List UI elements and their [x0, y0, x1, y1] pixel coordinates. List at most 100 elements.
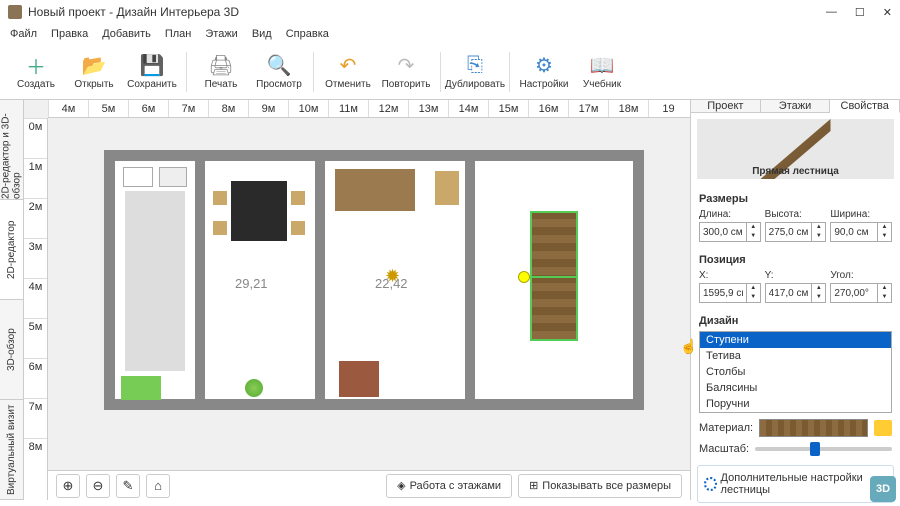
Просмотр-icon: 🔍: [267, 53, 291, 77]
menu-Справка[interactable]: Справка: [286, 28, 329, 40]
toolbar-Дублировать[interactable]: ⎘Дублировать: [447, 47, 503, 97]
Создать-icon: ＋: [24, 53, 48, 77]
scale-label: Масштаб:: [699, 443, 749, 455]
stove[interactable]: [159, 167, 187, 187]
ruler-horizontal: 4м5м6м7м8м9м10м11м12м13м14м15м16м17м18м1…: [48, 100, 690, 118]
chair[interactable]: [213, 221, 227, 235]
edit-button[interactable]: ✎: [116, 474, 140, 498]
material-label: Материал:: [699, 422, 753, 434]
design-listbox[interactable]: СтупениТетиваСтолбыБалясиныПоручни: [699, 331, 892, 413]
angle-label: Угол:: [830, 270, 892, 281]
ruler-vertical: 0м1м2м3м4м5м6м7м8м: [24, 118, 48, 500]
toolbar-Создать[interactable]: ＋Создать: [8, 47, 64, 97]
Отменить-icon: ↶: [336, 53, 360, 77]
menu-Добавить[interactable]: Добавить: [102, 28, 151, 40]
menu-Файл[interactable]: Файл: [10, 28, 37, 40]
toolbar-Просмотр[interactable]: 🔍Просмотр: [251, 47, 307, 97]
preview-caption: Прямая лестница: [752, 166, 839, 177]
design-item-Столбы[interactable]: Столбы: [700, 364, 891, 380]
toolbar-Сохранить[interactable]: 💾Сохранить: [124, 47, 180, 97]
left-tab-3[interactable]: Виртуальный визит: [0, 400, 23, 500]
room-3[interactable]: 22,42 ✹: [320, 156, 470, 404]
x-input[interactable]: ▲▼: [699, 283, 761, 303]
chair[interactable]: [213, 191, 227, 205]
zoom-out-button[interactable]: ⊖: [86, 474, 110, 498]
length-input[interactable]: ▲▼: [699, 222, 761, 242]
sofa-green[interactable]: [121, 376, 161, 400]
app-icon: [8, 5, 22, 19]
toolbar-Открыть[interactable]: 📂Открыть: [66, 47, 122, 97]
left-tab-2[interactable]: 3D-обзор: [0, 300, 23, 400]
area-label: 29,21: [235, 276, 268, 291]
selection-line: [528, 276, 578, 278]
panel-tab-Этажи[interactable]: Этажи: [761, 100, 831, 112]
floor-plan[interactable]: 29,21 22,42 ✹ 20,65: [104, 150, 644, 410]
selection-handle[interactable]: [518, 271, 530, 283]
light-icon[interactable]: ✹: [385, 266, 405, 286]
panel-tab-Проект[interactable]: Проект: [691, 100, 761, 112]
y-label: Y:: [765, 270, 827, 281]
floors-button[interactable]: ◈Работа с этажами: [386, 474, 512, 498]
minimize-button[interactable]: —: [826, 6, 837, 19]
chair[interactable]: [291, 221, 305, 235]
toolbar-Отменить[interactable]: ↶Отменить: [320, 47, 376, 97]
show-dims-button[interactable]: ⊞Показывать все размеры: [518, 474, 682, 498]
home-button[interactable]: ⌂: [146, 474, 170, 498]
left-tab-0[interactable]: 2D-редактор и 3D-обзор: [0, 100, 23, 200]
room-1[interactable]: [110, 156, 200, 404]
Повторить-icon: ↷: [394, 53, 418, 77]
panel-tab-Свойства[interactable]: Свойства: [830, 100, 900, 113]
left-tab-1[interactable]: 2D-редактор: [0, 200, 23, 300]
position-heading: Позиция: [699, 254, 892, 266]
toolbar: ＋Создать📂Открыть💾Сохранить 🖨Печать🔍Просмо…: [0, 44, 900, 100]
chair[interactable]: [291, 191, 305, 205]
toolbar-Повторить[interactable]: ↷Повторить: [378, 47, 434, 97]
height-input[interactable]: ▲▼: [765, 222, 827, 242]
advanced-settings-button[interactable]: Дополнительные настройки лестницы: [697, 465, 894, 503]
design-item-Балясины[interactable]: Балясины: [700, 380, 891, 396]
window-title: Новый проект - Дизайн Интерьера 3D: [28, 5, 826, 19]
menu-План[interactable]: План: [165, 28, 192, 40]
menu-Правка[interactable]: Правка: [51, 28, 88, 40]
maximize-button[interactable]: ☐: [855, 6, 865, 19]
Сохранить-icon: 💾: [140, 53, 164, 77]
menu-Этажи[interactable]: Этажи: [205, 28, 237, 40]
browse-material-button[interactable]: [874, 420, 892, 436]
appliance[interactable]: [123, 167, 153, 187]
dimensions-heading: Размеры: [699, 193, 892, 205]
toolbar-Настройки[interactable]: ⚙Настройки: [516, 47, 572, 97]
width-label: Ширина:: [830, 209, 892, 220]
canvas[interactable]: 4м5м6м7м8м9м10м11м12м13м14м15м16м17м18м1…: [24, 100, 690, 500]
menu-Вид[interactable]: Вид: [252, 28, 272, 40]
counter[interactable]: [125, 191, 185, 371]
design-item-Ступени[interactable]: Ступени: [700, 332, 891, 348]
Настройки-icon: ⚙: [532, 53, 556, 77]
3d-badge: 3D: [870, 476, 896, 502]
design-item-Поручни[interactable]: Поручни: [700, 396, 891, 412]
Открыть-icon: 📂: [82, 53, 106, 77]
material-swatch[interactable]: [759, 419, 868, 437]
toolbar-Учебник[interactable]: 📖Учебник: [574, 47, 630, 97]
height-label: Высота:: [765, 209, 827, 220]
zoom-in-button[interactable]: ⊕: [56, 474, 80, 498]
room-2[interactable]: 29,21: [200, 156, 320, 404]
width-input[interactable]: ▲▼: [830, 222, 892, 242]
design-item-Тетива[interactable]: Тетива: [700, 348, 891, 364]
angle-input[interactable]: ▲▼: [830, 283, 892, 303]
layers-icon: ◈: [397, 479, 405, 492]
panel-tabs: ПроектЭтажиСвойства: [691, 100, 900, 113]
title-bar: Новый проект - Дизайн Интерьера 3D — ☐ ✕: [0, 0, 900, 24]
cabinet[interactable]: [339, 361, 379, 397]
y-input[interactable]: ▲▼: [765, 283, 827, 303]
preview-box: Прямая лестница: [697, 119, 894, 179]
Печать-icon: 🖨: [209, 53, 233, 77]
close-button[interactable]: ✕: [883, 6, 892, 19]
toolbar-Печать[interactable]: 🖨Печать: [193, 47, 249, 97]
left-tabs: 2D-редактор и 3D-обзор2D-редактор3D-обзо…: [0, 100, 24, 500]
scale-slider[interactable]: [755, 447, 892, 451]
table-dark[interactable]: [231, 181, 287, 241]
sofa-brown[interactable]: [335, 169, 415, 211]
armchair[interactable]: [435, 171, 459, 205]
plant-icon[interactable]: [245, 379, 263, 397]
gear-icon: [704, 477, 717, 491]
